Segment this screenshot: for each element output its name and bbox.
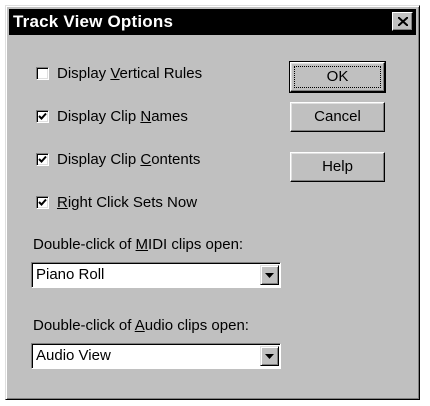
- audio-clips-label: Double-click of Audio clips open:: [33, 317, 249, 334]
- display-clip-names-label: Display Clip Names: [57, 108, 188, 125]
- help-button[interactable]: Help: [290, 152, 385, 182]
- display-clip-contents-label: Display Clip Contents: [57, 151, 201, 168]
- dialog-title: Track View Options: [13, 12, 174, 31]
- focus-rectangle: [294, 66, 381, 88]
- close-button[interactable]: [392, 12, 413, 31]
- audio-dropdown-button[interactable]: [260, 346, 279, 366]
- right-click-sets-now-checkbox[interactable]: [36, 196, 49, 209]
- close-icon: [398, 17, 408, 26]
- dropdown-arrow-icon: [265, 273, 274, 278]
- audio-clips-dropdown[interactable]: Audio View: [31, 343, 281, 369]
- title-bar[interactable]: Track View Options: [9, 9, 416, 35]
- checkmark-icon: [38, 155, 47, 163]
- cancel-button[interactable]: Cancel: [290, 102, 385, 132]
- cancel-button-label: Cancel: [314, 108, 361, 125]
- track-view-options-dialog: Track View Options Display Vertical Rule…: [5, 5, 420, 400]
- audio-clips-selected-value: Audio View: [36, 347, 111, 364]
- display-clip-names-checkbox[interactable]: [36, 110, 49, 123]
- midi-clips-selected-value: Piano Roll: [36, 266, 105, 283]
- checkmark-icon: [38, 112, 47, 120]
- display-vertical-rules-label: Display Vertical Rules: [57, 65, 203, 82]
- ok-button[interactable]: OK: [289, 61, 386, 93]
- dropdown-arrow-icon: [265, 354, 274, 359]
- right-click-sets-now-label: Right Click Sets Now: [57, 194, 198, 211]
- midi-clips-label: Double-click of MIDI clips open:: [33, 236, 244, 253]
- checkmark-icon: [38, 198, 47, 206]
- midi-dropdown-button[interactable]: [260, 265, 279, 285]
- display-clip-contents-checkbox[interactable]: [36, 153, 49, 166]
- midi-clips-dropdown[interactable]: Piano Roll: [31, 262, 281, 288]
- help-button-label: Help: [322, 158, 353, 175]
- display-vertical-rules-checkbox[interactable]: [36, 67, 49, 80]
